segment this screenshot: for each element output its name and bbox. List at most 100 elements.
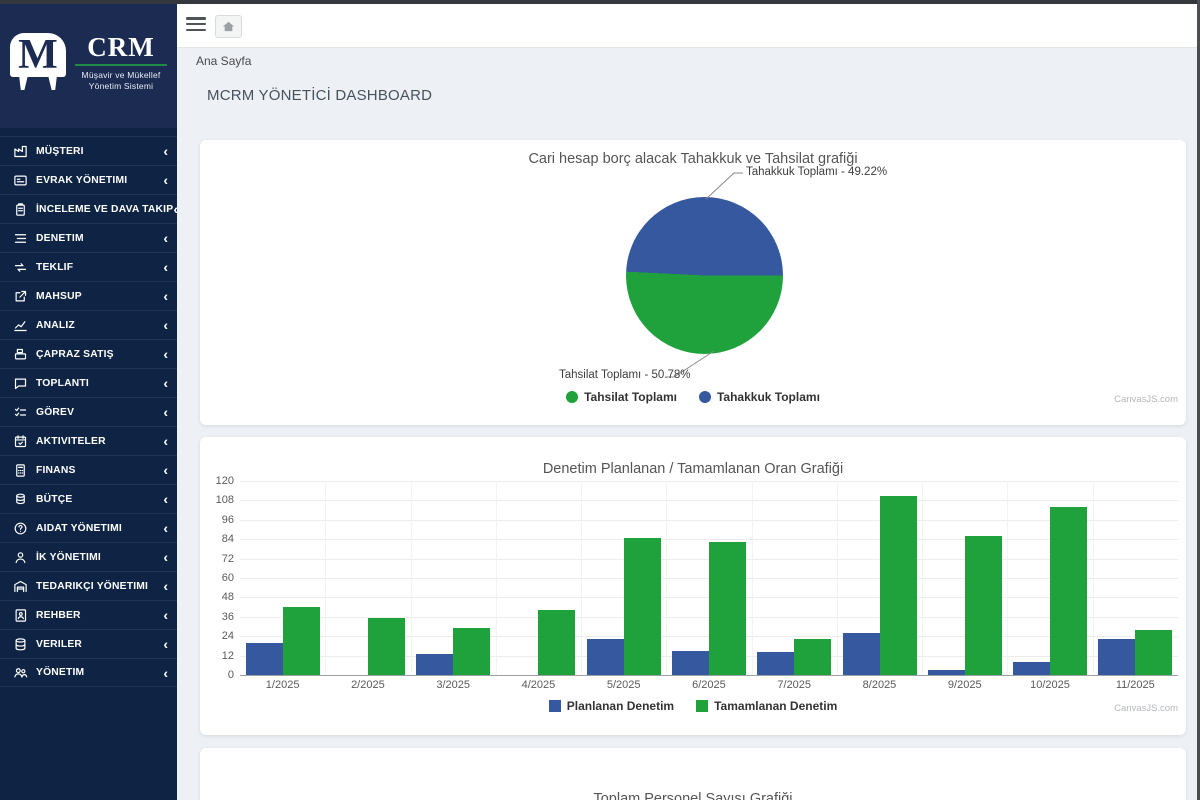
sidebar-item-label: REHBER [36, 610, 163, 621]
logo-monogram-icon: M [10, 31, 68, 93]
planned-bar-8/2025[interactable] [843, 633, 880, 675]
completed-bar-4/2025[interactable] [538, 610, 575, 675]
y-axis-tick-label: 60 [200, 572, 234, 584]
sidebar-item-label: MÜŞTERI [36, 146, 163, 157]
exchange-icon [13, 260, 28, 275]
chevron-left-icon: ‹ [163, 463, 168, 477]
sidebar-item-label: GÖREV [36, 407, 163, 418]
vertical-gridline [666, 481, 667, 675]
sidebar-item-teklif[interactable]: TEKLIF‹ [0, 252, 177, 281]
gridline [240, 500, 1178, 501]
home-button[interactable] [215, 15, 242, 38]
vertical-gridline [752, 481, 753, 675]
sidebar-item-aidat-y-netimi[interactable]: AIDAT YÖNETIMI‹ [0, 513, 177, 542]
sidebar-item-y-netim[interactable]: YÖNETIM‹ [0, 658, 177, 687]
planned-bar-9/2025[interactable] [928, 670, 965, 675]
completed-bar-2/2025[interactable] [368, 618, 405, 675]
completed-bar-1/2025[interactable] [283, 607, 320, 675]
completed-bar-8/2025[interactable] [880, 496, 917, 675]
y-axis-tick-label: 72 [200, 553, 234, 565]
bar-legend-item[interactable]: Planlanan Denetim [549, 699, 674, 713]
completed-bar-11/2025[interactable] [1135, 630, 1172, 675]
completed-bar-6/2025[interactable] [709, 542, 746, 675]
personnel-chart-card: Toplam Personel Sayısı Grafiği [200, 748, 1186, 800]
sidebar-item-aktiviteler[interactable]: AKTIVITELER‹ [0, 426, 177, 455]
completed-bar-9/2025[interactable] [965, 536, 1002, 675]
chevron-left-icon: ‹ [163, 289, 168, 303]
y-axis-tick-label: 120 [200, 475, 234, 487]
sidebar-item--apraz-sati-[interactable]: ÇAPRAZ SATIŞ‹ [0, 339, 177, 368]
breadcrumb[interactable]: Ana Sayfa [196, 54, 251, 68]
planned-bar-7/2025[interactable] [757, 652, 794, 675]
app-logo[interactable]: M CRM Müşavir ve Mükellef Yönetim Sistem… [0, 0, 177, 128]
sidebar-item-rehber[interactable]: REHBER‹ [0, 600, 177, 629]
bar-chart-plot[interactable] [240, 481, 1178, 675]
planned-bar-5/2025[interactable] [587, 639, 624, 675]
completed-bar-5/2025[interactable] [624, 538, 661, 675]
planned-bar-1/2025[interactable] [246, 643, 283, 675]
canvasjs-watermark[interactable]: CanvasJS.com [1114, 394, 1178, 405]
legend-marker-icon [699, 391, 711, 403]
x-axis-label: 11/2025 [1093, 679, 1178, 691]
external-link-icon [13, 289, 28, 304]
bar-legend-item[interactable]: Tamamlanan Denetim [696, 699, 837, 713]
vertical-gridline [922, 481, 923, 675]
chevron-left-icon: ‹ [163, 405, 168, 419]
sidebar-item-denetim[interactable]: DENETIM‹ [0, 223, 177, 252]
sidebar-item-label: BÜTÇE [36, 494, 163, 505]
completed-bar-7/2025[interactable] [794, 639, 831, 675]
sidebar-item-label: DENETIM [36, 233, 163, 244]
cash-register-icon [13, 347, 28, 362]
sidebar-item-i-nceleme-ve-dava-takip[interactable]: İNCELEME VE DAVA TAKIP‹ [0, 194, 177, 223]
industry-icon [13, 144, 28, 159]
sidebar-item-toplanti[interactable]: TOPLANTI‹ [0, 368, 177, 397]
sidebar-item-label: ÇAPRAZ SATIŞ [36, 349, 163, 360]
sidebar-item-analiz[interactable]: ANALIZ‹ [0, 310, 177, 339]
gridline [240, 481, 1178, 482]
y-axis-tick-label: 48 [200, 591, 234, 603]
y-axis-tick-label: 12 [200, 650, 234, 662]
stream-icon [13, 231, 28, 246]
sidebar-item-g-rev[interactable]: GÖREV‹ [0, 397, 177, 426]
chevron-left-icon: ‹ [163, 347, 168, 361]
x-axis-label: 9/2025 [922, 679, 1007, 691]
chevron-left-icon: ‹ [163, 144, 168, 158]
chevron-left-icon: ‹ [163, 666, 168, 680]
sidebar-item-m-teri[interactable]: MÜŞTERI‹ [0, 136, 177, 165]
bar-chart-legend: Planlanan Denetim Tamamlanan Denetim [200, 699, 1186, 713]
completed-bar-3/2025[interactable] [453, 628, 490, 675]
planned-bar-11/2025[interactable] [1098, 639, 1135, 675]
sidebar-item-veriler[interactable]: VERILER‹ [0, 629, 177, 658]
planned-bar-3/2025[interactable] [416, 654, 453, 675]
menu-toggle-icon[interactable] [186, 17, 206, 32]
chevron-left-icon: ‹ [163, 173, 168, 187]
completed-bar-10/2025[interactable] [1050, 507, 1087, 675]
legend-marker-icon [549, 700, 561, 712]
sidebar-item-evrak-y-netimi[interactable]: EVRAK YÖNETIMI‹ [0, 165, 177, 194]
planned-bar-10/2025[interactable] [1013, 662, 1050, 675]
canvasjs-watermark[interactable]: CanvasJS.com [1114, 703, 1178, 714]
pie-chart[interactable] [626, 197, 783, 354]
sidebar-item-i-k-y-netimi[interactable]: İK YÖNETIMI‹ [0, 542, 177, 571]
sidebar-item-finans[interactable]: FINANS‹ [0, 455, 177, 484]
vertical-gridline [325, 481, 326, 675]
coins-icon [13, 492, 28, 507]
brand-accent-rule [75, 64, 167, 66]
warehouse-icon [13, 579, 28, 594]
window-top-edge [0, 0, 1200, 4]
chevron-left-icon: ‹ [163, 608, 168, 622]
y-axis-tick-label: 0 [200, 669, 234, 681]
sidebar-item-b-t-e[interactable]: BÜTÇE‹ [0, 484, 177, 513]
sidebar-item-mahsup[interactable]: MAHSUP‹ [0, 281, 177, 310]
sidebar-item-label: FINANS [36, 465, 163, 476]
sidebar-item-tedarik-i-y-netimi[interactable]: TEDARIKÇI YÖNETIMI‹ [0, 571, 177, 600]
app-window: M CRM Müşavir ve Mükellef Yönetim Sistem… [0, 0, 1200, 800]
x-axis-label: 8/2025 [837, 679, 922, 691]
planned-bar-6/2025[interactable] [672, 651, 709, 675]
id-card-icon [13, 173, 28, 188]
pie-legend-item[interactable]: Tahakkuk Toplamı [699, 390, 820, 404]
pie-legend-item[interactable]: Tahsilat Toplamı [566, 390, 677, 404]
x-axis-label: 4/2025 [496, 679, 581, 691]
page-title: MCRM YÖNETİCİ DASHBOARD [207, 87, 432, 104]
y-axis-tick-label: 84 [200, 533, 234, 545]
